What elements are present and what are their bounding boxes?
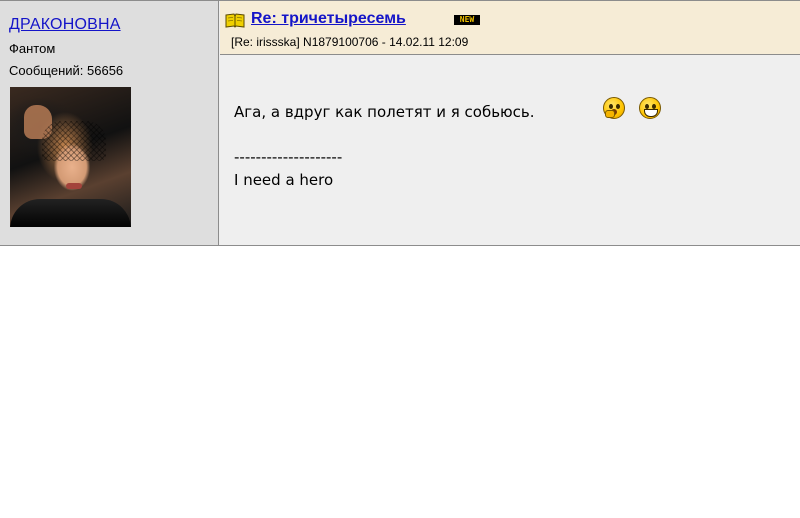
author-message-count: Сообщений: 56656 bbox=[9, 63, 124, 78]
signature-divider: -------------------- bbox=[234, 148, 343, 166]
reply-to-link[interactable]: [Re: irissska] bbox=[231, 35, 300, 49]
avatar bbox=[10, 87, 131, 227]
smiley-eye bbox=[616, 104, 620, 109]
author-panel: ДРАКОНОВНА Фантом Сообщений: 56656 bbox=[0, 1, 219, 245]
forum-post: ДРАКОНОВНА Фантом Сообщений: 56656 Re: т… bbox=[0, 0, 800, 246]
smiley-finger bbox=[605, 110, 615, 118]
new-badge: NEW bbox=[454, 15, 480, 25]
post-title-link[interactable]: Re: тричетыресемь bbox=[251, 10, 406, 28]
author-name-link[interactable]: ДРАКОНОВНА bbox=[9, 16, 121, 34]
grinning-smiley-icon bbox=[639, 97, 661, 119]
author-rank: Фантом bbox=[9, 41, 56, 56]
post-header: Re: тричетыресемь NEW [Re: irissska] N18… bbox=[220, 1, 800, 55]
avatar-collar-shape bbox=[10, 199, 131, 227]
post-id-date: N1879100706 - 14.02.11 12:09 bbox=[303, 35, 469, 49]
thinking-smiley-icon bbox=[603, 97, 625, 119]
avatar-lips-shape bbox=[66, 183, 82, 189]
avatar-veil-shape bbox=[42, 121, 106, 161]
signature-text: I need a hero bbox=[234, 171, 334, 189]
post-meta: [Re: irissska] N1879100706 - 14.02.11 12… bbox=[231, 35, 468, 49]
post-body: Ага, а вдруг как полетят и я собьюсь. bbox=[234, 103, 535, 121]
open-book-icon bbox=[225, 13, 245, 28]
smiley-mouth bbox=[644, 109, 658, 117]
